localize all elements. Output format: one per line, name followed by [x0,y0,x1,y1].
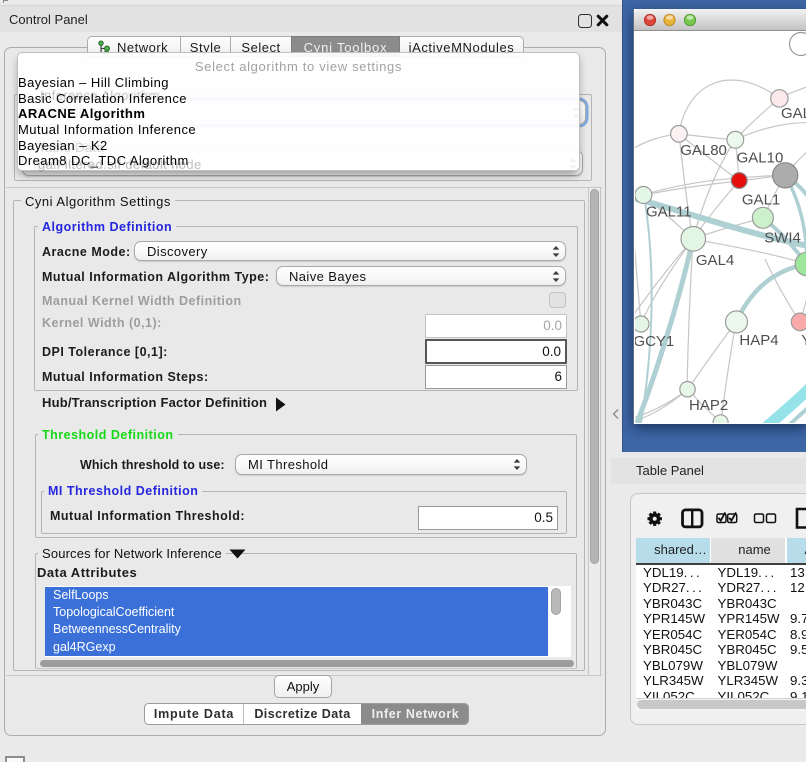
svg-text:GAL10: GAL10 [737,150,784,167]
svg-text:HAP4: HAP4 [739,332,778,349]
svg-text:HAP2: HAP2 [689,397,728,414]
svg-text:YJ: YJ [801,332,806,349]
svg-text:SWI4: SWI4 [764,230,801,247]
svg-text:GAL4: GAL4 [696,252,734,269]
svg-text:GCY1: GCY1 [635,333,674,350]
svg-text:GAL11: GAL11 [646,204,692,221]
svg-text:GAL1: GAL1 [742,192,780,209]
svg-text:GAL80: GAL80 [680,142,727,159]
svg-text:GAL2: GAL2 [781,105,806,122]
